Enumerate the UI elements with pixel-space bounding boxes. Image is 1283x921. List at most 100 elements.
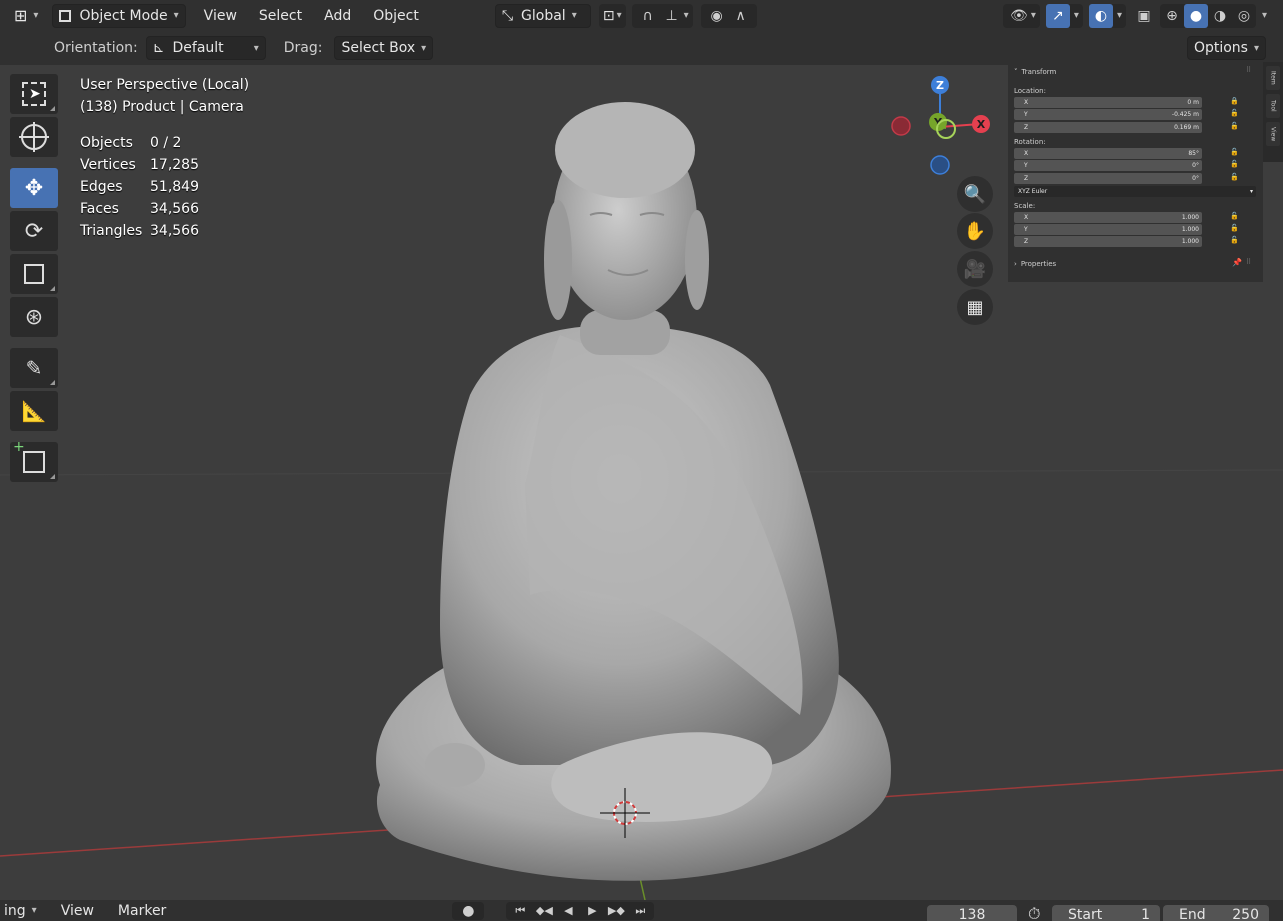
camera-view-button[interactable]: 🎥 [957,251,993,287]
snap-magnet-icon[interactable]: ∩ [636,4,660,28]
rotation-z-field[interactable]: Z 0° [1014,173,1202,184]
drag-handle-icon[interactable]: ⠿ [1246,258,1251,266]
timeline-marker-menu[interactable]: Marker [112,899,172,921]
collapse-chevron-icon: ˅ [1014,67,1018,76]
snap-group: ∩ ⊥ ▾ [631,3,693,28]
navigation-gizmo[interactable]: Y Z X [888,72,998,182]
field-value: 1.000 [1181,226,1199,233]
jump-start-icon[interactable]: ⏮ [508,899,532,921]
current-frame-field[interactable]: 138 [927,905,1017,921]
tab-item[interactable]: Item [1266,66,1280,90]
drag-dropdown[interactable]: Select Box ▾ [334,36,434,60]
cursor-tool[interactable] [10,117,58,157]
end-label: End [1179,907,1206,921]
play-icon[interactable]: ▶ [580,899,604,921]
viewport-header: ⊞ ▾ Object Mode ▾ View Select Add Object ⤡… [0,0,1283,31]
stopwatch-icon[interactable]: ⏱ [1028,904,1040,921]
zoom-button[interactable]: 🔍 [957,176,993,212]
material-shading-icon[interactable]: ◑ [1208,4,1232,28]
orientation-label: Orientation: [54,40,138,56]
rotation-x-field[interactable]: X 85° [1014,148,1202,159]
menu-add[interactable]: Add [318,4,357,28]
rotate-icon: ⟳ [24,218,44,244]
menu-object[interactable]: Object [367,4,425,28]
select-box-tool[interactable]: ➤ [10,74,58,114]
field-value: 1.000 [1181,214,1199,221]
scale-tool[interactable] [10,254,58,294]
location-y-field[interactable]: Y -0.425 m [1014,109,1202,120]
measure-ruler-icon: 📐 [21,399,47,423]
proportional-editing-icon[interactable]: ◉ [705,4,729,28]
measure-tool[interactable]: 📐 [10,391,58,431]
pin-icon[interactable]: 📌 [1232,258,1242,267]
menu-select[interactable]: Select [253,4,308,28]
end-frame-field[interactable]: End 250 [1163,905,1269,921]
play-reverse-icon[interactable]: ◀ [556,899,580,921]
annotate-tool[interactable]: ✎ [10,348,58,388]
options-dropdown[interactable]: Options ▾ [1186,36,1266,60]
unlock-icon[interactable]: 🔓 [1230,173,1239,181]
unlock-icon[interactable]: 🔓 [1230,122,1239,130]
rotation-mode-value: XYZ Euler [1018,188,1048,195]
properties-section-header[interactable]: › Properties [1014,258,1056,269]
transform-tool[interactable]: ⊛ [10,297,58,337]
visibility-dropdown[interactable]: 👁 ▾ [1002,3,1040,28]
playback-dropdown[interactable]: ing ▾ [0,899,41,921]
overlay-toggle-icon[interactable]: ◐ [1088,3,1113,28]
gizmo-toggle-icon[interactable]: ↗ [1045,3,1070,28]
jump-end-icon[interactable]: ⏭ [628,899,652,921]
tab-view[interactable]: View [1266,122,1280,146]
orientation-dropdown[interactable]: ⊾ Default ▾ [145,36,266,60]
scale-x-field[interactable]: X 1.000 [1014,212,1202,223]
pivot-dropdown[interactable]: ⊡ ▾ [598,3,626,28]
unlock-icon[interactable]: 🔓 [1230,148,1239,156]
field-value: 85° [1188,150,1199,157]
rotation-y-field[interactable]: Y 0° [1014,160,1202,171]
solid-shading-icon[interactable]: ● [1183,3,1208,28]
transform-section-header[interactable]: ˅ Transform [1014,66,1056,77]
stat-label: Triangles [80,223,143,239]
perspective-toggle-button[interactable]: ▦ [957,289,993,325]
rotate-tool[interactable]: ⟳ [10,211,58,251]
move-icon: ✥ [24,175,44,201]
menu-view[interactable]: View [198,4,243,28]
gizmo-z-label: Z [936,79,944,92]
wireframe-shading-icon[interactable]: ⊕ [1160,4,1184,28]
keyframe-group: ● [452,899,485,921]
tab-tool[interactable]: Tool [1266,94,1280,118]
prev-keyframe-icon[interactable]: ◆◀ [532,899,556,921]
lock-icon[interactable]: 🔒 [1230,97,1239,105]
stat-value: 51,849 [150,179,199,195]
unlock-icon[interactable]: 🔓 [1230,109,1239,117]
gizmo-neg-z-icon[interactable] [930,155,950,175]
axis-label: Z [1024,175,1029,182]
rendered-shading-icon[interactable]: ◎ [1232,4,1256,28]
xray-toggle-icon[interactable]: ▣ [1132,4,1156,28]
gizmo-neg-x-icon[interactable] [891,116,911,136]
timeline-view-menu[interactable]: View [55,899,100,921]
snap-increment-icon[interactable]: ⊥ [660,4,684,28]
start-frame-field[interactable]: Start 1 [1052,905,1160,921]
transform-orientation-dropdown[interactable]: ⤡ Global ▾ [494,3,591,28]
drag-handle-icon[interactable]: ⠿ [1246,66,1251,74]
next-keyframe-icon[interactable]: ▶◆ [604,899,628,921]
pan-button[interactable]: ✋ [957,213,993,249]
scale-y-field[interactable]: Y 1.000 [1014,224,1202,235]
shading-dropdown-chevron[interactable]: ▾ [1262,10,1267,21]
scale-z-field[interactable]: Z 1.000 [1014,236,1202,247]
unlock-icon[interactable]: 🔓 [1230,212,1239,220]
mode-dropdown[interactable]: Object Mode ▾ [52,3,186,28]
unlock-icon[interactable]: 🔓 [1230,224,1239,232]
record-icon[interactable]: ● [456,899,480,921]
properties-title: Properties [1020,259,1057,268]
location-x-field[interactable]: X 0 m [1014,97,1202,108]
add-cube-tool[interactable]: + [10,439,58,482]
unlock-icon[interactable]: 🔓 [1230,160,1239,168]
rotation-mode-dropdown[interactable]: XYZ Euler ▾ [1014,186,1256,197]
editor-type-button[interactable]: ⊞ ▾ [8,4,44,28]
location-z-field[interactable]: Z 0.169 m [1014,122,1202,133]
move-tool[interactable]: ✥ [10,168,58,208]
scale-label: Scale: [1014,201,1036,210]
falloff-icon[interactable]: ∧ [729,4,753,28]
unlock-icon[interactable]: 🔓 [1230,236,1239,244]
